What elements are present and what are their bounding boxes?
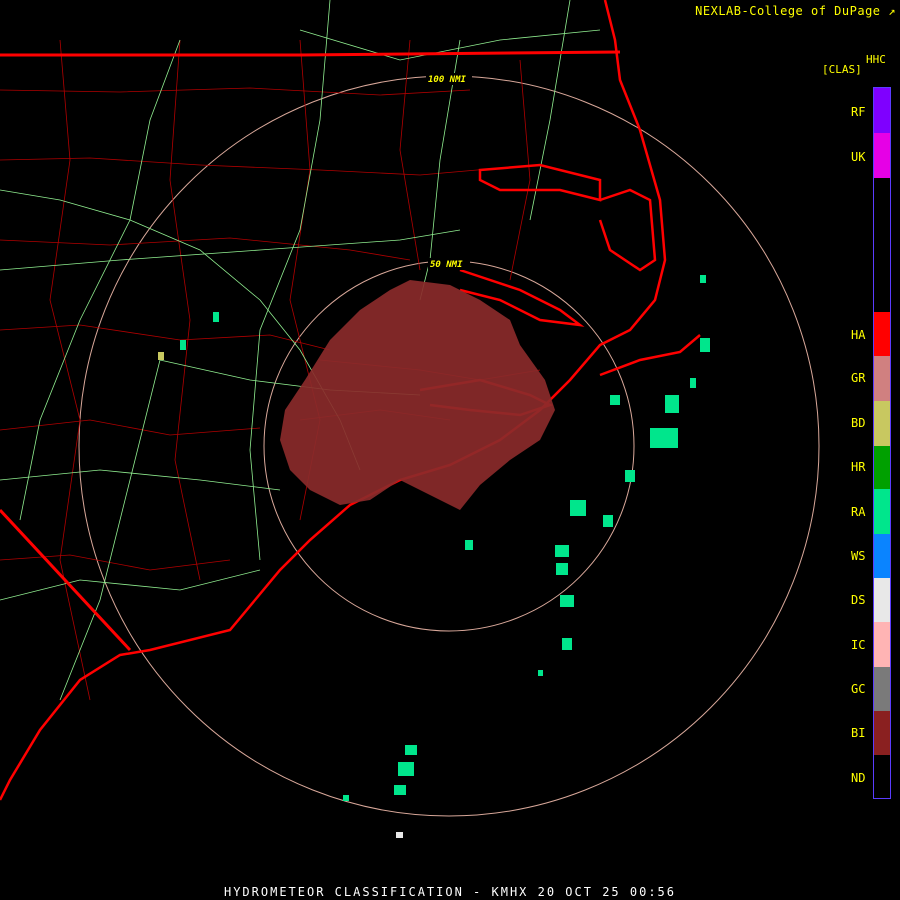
product-code: HHC xyxy=(866,53,886,66)
product-label: [CLAS] xyxy=(822,63,862,76)
legend-label-ha: HA xyxy=(851,328,866,342)
legend-label-bd: BD xyxy=(851,416,866,430)
biological-echo xyxy=(280,280,555,510)
legend-swatch-bi xyxy=(874,711,890,755)
product-footer: HYDROMETEOR CLASSIFICATION - KMHX 20 OCT… xyxy=(223,885,676,899)
legend-swatch-rf xyxy=(874,88,890,133)
legend-swatch-ic xyxy=(874,622,890,667)
legend-label-rf: RF xyxy=(851,105,866,119)
legend-swatch-uk xyxy=(874,133,890,178)
credit-label: NEXLAB-College of DuPage xyxy=(695,4,881,18)
legend-swatch-ra xyxy=(874,489,890,534)
big-drops-echo xyxy=(158,352,164,360)
legend-swatch-hr xyxy=(874,446,890,489)
legend-label-nd: ND xyxy=(851,771,866,785)
legend-swatch-ws xyxy=(874,534,890,578)
legend-color-bar xyxy=(873,87,891,799)
radar-echoes xyxy=(158,275,710,838)
ring-label-100: 100 NMI xyxy=(428,75,467,85)
dry-snow-echo xyxy=(396,832,403,838)
legend-label-ra: RA xyxy=(851,505,866,519)
radar-map: 100 NMI 50 NMI xyxy=(0,0,820,838)
legend-label-gc: GC xyxy=(851,682,866,696)
legend-label-ic: IC xyxy=(851,638,866,652)
legend-swatch-gr xyxy=(874,356,890,401)
legend-label-hr: HR xyxy=(851,460,866,474)
credit-text: NEXLAB-College of DuPage ↗ xyxy=(695,4,896,18)
legend-swatch-ds xyxy=(874,578,890,622)
legend-label-ds: DS xyxy=(851,593,866,607)
legend-swatch-ha xyxy=(874,312,890,356)
legend-label-bi: BI xyxy=(851,726,866,740)
ring-label-50: 50 NMI xyxy=(430,260,463,270)
legend-swatch-gc xyxy=(874,667,890,711)
credit-logo-icon: ↗ xyxy=(888,4,896,18)
ring-labels: 100 NMI 50 NMI xyxy=(426,73,472,270)
legend-label-gr: GR xyxy=(851,371,866,385)
legend-swatch-bd xyxy=(874,401,890,446)
legend-label-ws: WS xyxy=(851,549,866,563)
legend-label-uk: UK xyxy=(851,150,866,164)
